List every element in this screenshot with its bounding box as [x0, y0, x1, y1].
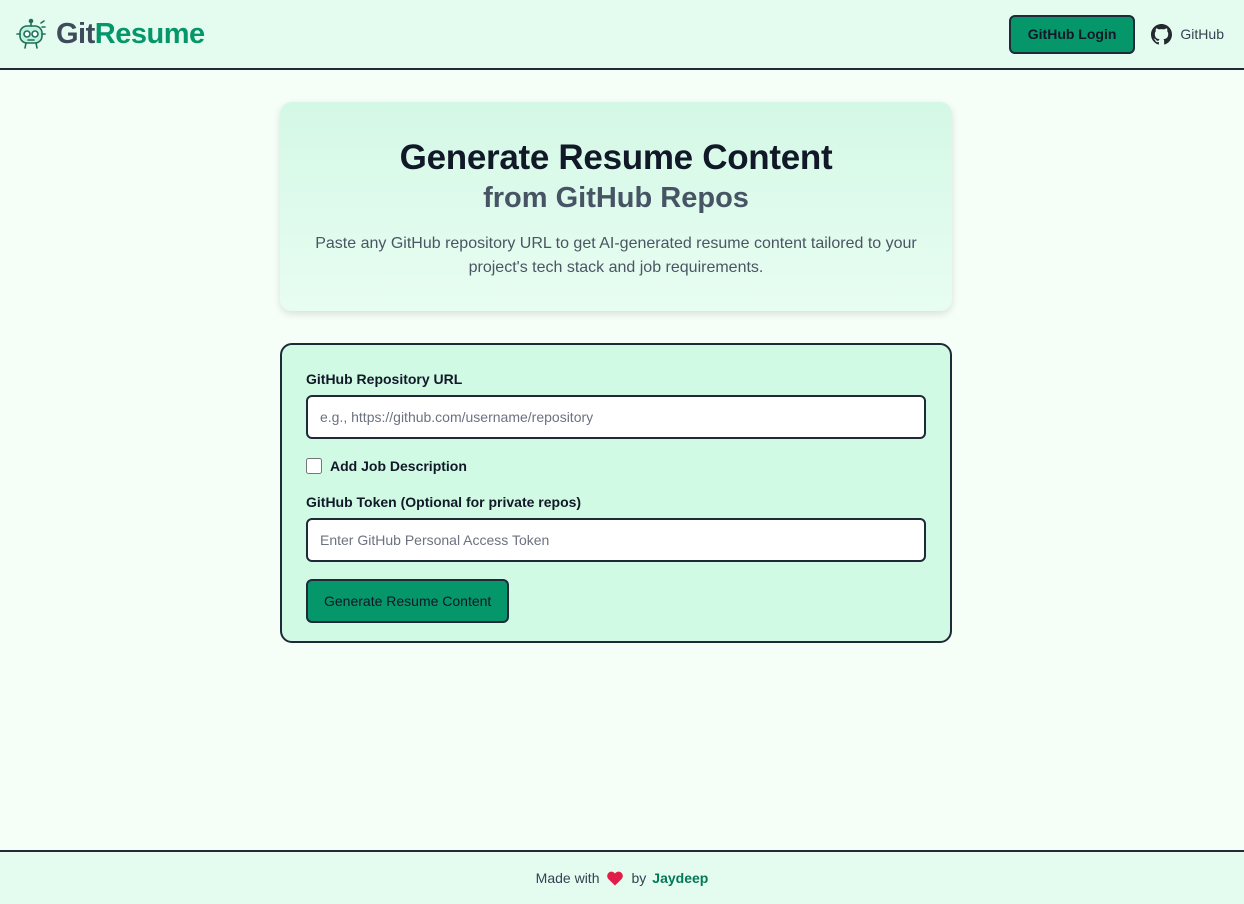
job-description-toggle-row: Add Job Description	[306, 457, 926, 475]
hero-card: Generate Resume Content from GitHub Repo…	[280, 102, 952, 311]
brand-name: GitResume	[56, 18, 205, 51]
generate-resume-button[interactable]: Generate Resume Content	[306, 579, 510, 623]
page-subtitle: from GitHub Repos	[483, 182, 749, 214]
job-description-label[interactable]: Add Job Description	[330, 458, 467, 474]
footer: Made with by Jaydeep	[0, 850, 1244, 904]
github-link[interactable]: GitHub	[1151, 23, 1224, 45]
github-link-label: GitHub	[1180, 26, 1224, 42]
footer-by: by	[631, 870, 647, 886]
hero-description: Paste any GitHub repository URL to get A…	[315, 235, 917, 276]
token-label: GitHub Token (Optional for private repos…	[306, 494, 582, 510]
job-description-checkbox[interactable]	[306, 458, 322, 474]
author-link[interactable]: Jaydeep	[652, 870, 708, 886]
nav-actions: GitHub Login GitHub	[1008, 14, 1224, 54]
page-title: Generate Resume Content	[399, 138, 833, 177]
github-login-button[interactable]: GitHub Login	[1008, 14, 1136, 54]
robot-icon	[16, 18, 46, 49]
brand[interactable]: GitResume	[14, 17, 205, 51]
heart-icon	[607, 871, 624, 885]
repo-url-input[interactable]	[306, 395, 926, 439]
token-input[interactable]	[306, 518, 926, 562]
resume-form: GitHub Repository URL Add Job Descriptio…	[280, 343, 952, 643]
github-icon	[1151, 23, 1173, 44]
footer-made-with: Made with	[535, 870, 600, 886]
top-nav: GitResume GitHub Login GitHub	[0, 0, 1244, 70]
brand-part-git: Git	[56, 17, 95, 50]
brand-part-resume: Resume	[94, 17, 205, 50]
repo-url-label: GitHub Repository URL	[306, 371, 463, 387]
